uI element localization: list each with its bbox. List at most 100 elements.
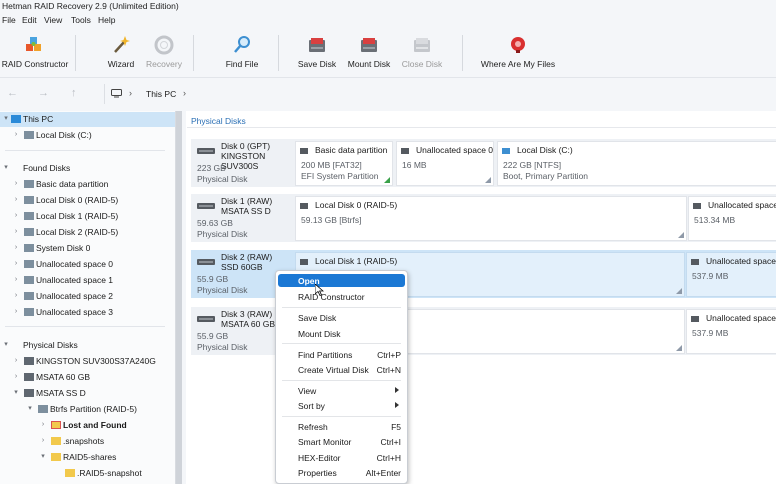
breadcrumb-this-pc[interactable]: This PC: [146, 89, 176, 99]
menu-help[interactable]: Help: [98, 15, 115, 25]
chevron-right-icon[interactable]: ›: [12, 212, 20, 220]
tree-item-physical-disk[interactable]: › KINGSTON SUV300S37A240G: [0, 354, 175, 369]
chevron-down-icon[interactable]: ▾: [2, 341, 10, 349]
recovery-button[interactable]: Recovery: [143, 33, 185, 73]
tree-item-lost-and-found[interactable]: › Lost and Found: [0, 418, 175, 433]
drive-icon: [38, 405, 48, 413]
chevron-right-icon[interactable]: ›: [12, 228, 20, 236]
tree-item-local-disk-c[interactable]: › Local Disk (C:): [0, 128, 175, 143]
tree-item-physical-disks[interactable]: ▾ Physical Disks: [0, 338, 175, 353]
chevron-right-icon[interactable]: ›: [12, 131, 20, 139]
menu-item-create-virtual-disk[interactable]: Create Virtual Disk Ctrl+N: [278, 363, 405, 376]
tree-item-found-disk[interactable]: › Local Disk 1 (RAID-5): [0, 209, 175, 224]
tree-item-found-disk[interactable]: › Unallocated space 3: [0, 305, 175, 320]
menu-tools[interactable]: Tools: [71, 15, 91, 25]
chevron-down-icon[interactable]: ▾: [39, 453, 47, 461]
tree-item-label: .snapshots: [63, 436, 105, 446]
partition-tile[interactable]: Unallocated space 537.9 MB: [686, 252, 776, 297]
chevron-right-icon[interactable]: ›: [12, 276, 20, 284]
menu-item-refresh[interactable]: Refresh F5: [278, 420, 405, 433]
tree-item-raid5-shares[interactable]: ▾ RAID5-shares: [0, 450, 175, 465]
tree-item-found-disk[interactable]: › Local Disk 2 (RAID-5): [0, 225, 175, 240]
disk-type: Physical Disk: [197, 174, 248, 184]
tree-item-physical-disk[interactable]: ▾ MSATA SS D: [0, 386, 175, 401]
mount-disk-button[interactable]: Mount Disk: [345, 33, 393, 73]
partition-name: Unallocated space: [706, 256, 776, 266]
menu-item-open[interactable]: Open: [278, 274, 405, 287]
chevron-right-icon[interactable]: ›: [39, 437, 47, 445]
menu-item-raid-constructor[interactable]: RAID Constructor: [278, 290, 405, 303]
chevron-right-icon[interactable]: ›: [12, 244, 20, 252]
where-are-my-files-button[interactable]: Where Are My Files: [480, 33, 556, 73]
disk-info[interactable]: Disk 0 (GPT) KINGSTON SUV300S 223 GB Phy…: [191, 139, 295, 187]
tree-item-found-disks[interactable]: ▾ Found Disks: [0, 161, 175, 176]
menu-item-shortcut: Ctrl+H: [376, 453, 401, 463]
menu-item-properties[interactable]: Properties Alt+Enter: [278, 466, 405, 479]
tree-item-found-disk[interactable]: › Basic data partition: [0, 177, 175, 192]
back-arrow-icon[interactable]: ←: [7, 87, 18, 99]
tree-item-found-disk[interactable]: › Unallocated space 0: [0, 257, 175, 272]
tree-item-this-pc[interactable]: ▾ This PC: [0, 112, 175, 127]
chevron-right-icon[interactable]: ›: [12, 260, 20, 268]
partition-name: Basic data partition: [315, 145, 388, 155]
tree-item-raid5-snapshot[interactable]: .RAID5-snapshot: [0, 466, 175, 481]
save-disk-button[interactable]: Save Disk: [296, 33, 338, 73]
disk-info[interactable]: Disk 1 (RAW) MSATA SS D 59.63 GB Physica…: [191, 194, 295, 242]
chevron-down-icon[interactable]: ▾: [2, 115, 10, 123]
partition-tile[interactable]: Unallocated space 537.9 MB: [686, 309, 776, 354]
drive-icon: [24, 212, 34, 220]
chevron-down-icon[interactable]: ▾: [2, 164, 10, 172]
menu-item-save-disk[interactable]: Save Disk: [278, 311, 405, 324]
tree-item-btrfs-partition[interactable]: ▾ Btrfs Partition (RAID-5): [0, 402, 175, 417]
drive-icon: [24, 260, 34, 268]
chevron-right-icon[interactable]: ›: [12, 357, 20, 365]
tree-item-found-disk[interactable]: › Local Disk 0 (RAID-5): [0, 193, 175, 208]
chevron-right-icon[interactable]: ›: [12, 308, 20, 316]
menu-item-view[interactable]: View: [278, 384, 405, 397]
menu-file[interactable]: File: [2, 15, 16, 25]
partition-icon: [300, 259, 308, 265]
partition-tile[interactable]: Local Disk 0 (RAID-5) 59.13 GB [Btrfs]: [295, 196, 687, 241]
menu-item-shortcut: Ctrl+N: [376, 365, 401, 375]
menu-edit[interactable]: Edit: [22, 15, 37, 25]
raid-constructor-button[interactable]: RAID Constructor: [0, 33, 70, 73]
menu-item-sort-by[interactable]: Sort by: [278, 399, 405, 412]
menu-item-find-partitions[interactable]: Find Partitions Ctrl+P: [278, 348, 405, 361]
forward-arrow-icon[interactable]: →: [38, 87, 49, 99]
partition-tile[interactable]: Unallocated space 0 16 MB: [396, 141, 494, 186]
partition-icon: [300, 203, 308, 209]
chevron-down-icon[interactable]: ▾: [12, 389, 20, 397]
tree-item-label: Local Disk (C:): [36, 130, 92, 140]
menu-view[interactable]: View: [44, 15, 62, 25]
tree-item-physical-disk[interactable]: › MSATA 60 GB: [0, 370, 175, 385]
partition-tile[interactable]: Unallocated space 513.34 MB: [688, 196, 776, 241]
hard-disk-icon: [197, 148, 215, 154]
chevron-down-icon[interactable]: ▾: [26, 405, 34, 413]
splitter-bar[interactable]: [176, 111, 182, 484]
chevron-right-icon[interactable]: ›: [12, 292, 20, 300]
wizard-button[interactable]: Wizard: [102, 33, 140, 73]
lifebuoy-icon: [154, 35, 174, 55]
tree-item-found-disk[interactable]: › System Disk 0: [0, 241, 175, 256]
menu-item-mount-disk[interactable]: Mount Disk: [278, 327, 405, 340]
find-file-button[interactable]: Find File: [222, 33, 262, 73]
up-arrow-icon[interactable]: ↑: [71, 87, 77, 99]
menu-item-hex-editor[interactable]: HEX-Editor Ctrl+H: [278, 451, 405, 464]
chevron-right-icon[interactable]: ›: [12, 180, 20, 188]
disk-row[interactable]: Disk 1 (RAW) MSATA SS D 59.63 GB Physica…: [191, 194, 776, 242]
tree-item-found-disk[interactable]: › Unallocated space 2: [0, 289, 175, 304]
close-disk-button[interactable]: Close Disk: [401, 33, 443, 73]
panel-splitter[interactable]: [176, 111, 182, 484]
menu-item-smart-monitor[interactable]: Smart Monitor Ctrl+I: [278, 435, 405, 448]
hard-disk-mount-icon: [361, 38, 377, 52]
menu-item-label: Save Disk: [298, 313, 337, 323]
disk-row[interactable]: Disk 0 (GPT) KINGSTON SUV300S 223 GB Phy…: [191, 139, 776, 187]
chevron-right-icon[interactable]: ›: [39, 421, 47, 429]
address-bar[interactable]: › This PC ›: [104, 84, 776, 104]
chevron-right-icon[interactable]: ›: [12, 373, 20, 381]
tree-item-snapshots[interactable]: › .snapshots: [0, 434, 175, 449]
tree-item-found-disk[interactable]: › Unallocated space 1: [0, 273, 175, 288]
partition-tile[interactable]: Local Disk (C:) 222 GB [NTFS] Boot, Prim…: [497, 141, 776, 186]
chevron-right-icon[interactable]: ›: [12, 196, 20, 204]
partition-tile[interactable]: Basic data partition 200 MB [FAT32] EFI …: [295, 141, 393, 186]
